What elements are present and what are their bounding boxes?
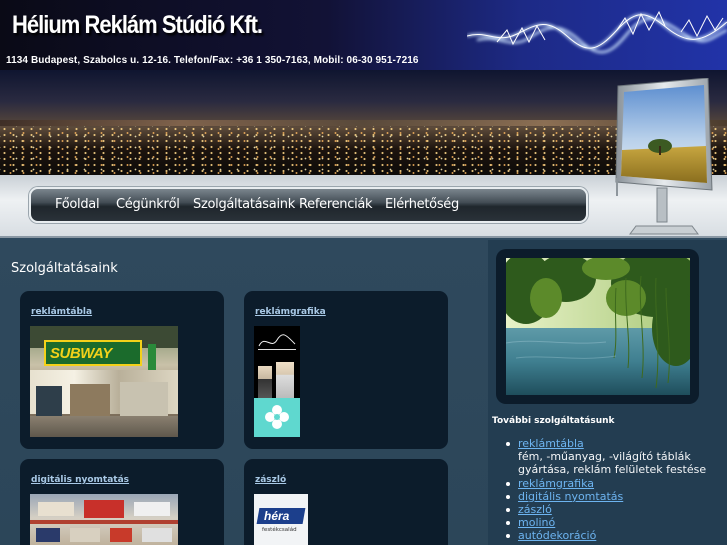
site-header: Hélium Reklám Stúdió Kft. 1134 Budapest,… <box>0 0 727 70</box>
sidebar-link-reklamtabla[interactable]: reklámtábla <box>518 437 584 450</box>
service-link-reklamtabla[interactable]: reklámtábla <box>31 307 92 317</box>
list-item: molinó <box>504 516 727 529</box>
list-item: digitális nyomtatás <box>504 490 727 503</box>
nav-item-elerhetoseg[interactable]: Elérhetőség <box>385 197 459 212</box>
section-title: Szolgáltatásaink <box>11 261 118 276</box>
list-item: reklámgrafika <box>504 477 727 490</box>
nav-item-fooldal[interactable]: Főoldal <box>55 197 100 212</box>
lake-willow-photo <box>506 258 690 395</box>
sidebar-title: További szolgáltatásunk <box>492 416 615 426</box>
sidebar-link-digitalis-nyomtatas[interactable]: digitális nyomtatás <box>518 490 623 503</box>
sidebar-link-reklamgrafika[interactable]: reklámgrafika <box>518 477 594 490</box>
nav-item-cegunkrol[interactable]: Cégünkről <box>116 197 180 212</box>
hera-subtext: festékcsalád <box>262 527 297 533</box>
company-name: Hélium Reklám Stúdió Kft. <box>12 10 263 39</box>
sidebar-link-zaszlo[interactable]: zászló <box>518 503 552 516</box>
service-link-reklamgrafika[interactable]: reklámgrafika <box>255 307 326 317</box>
company-address: 1134 Budapest, Szabolcs u. 12-16. Telefo… <box>6 55 419 66</box>
fashion-poster-image[interactable] <box>254 326 300 437</box>
hera-flag-image[interactable]: héra festékcsalád <box>254 494 308 545</box>
subway-storefront-image[interactable]: SUBWAY <box>30 326 178 437</box>
nav-item-referenciak[interactable]: Referenciák <box>299 197 373 212</box>
sidebar-item-desc: fém, -műanyag, -világító táblák gyártása… <box>518 450 707 477</box>
sidebar-link-molino[interactable]: molinó <box>518 516 555 529</box>
sidebar-service-list: reklámtábla fém, -műanyag, -világító táb… <box>504 437 727 543</box>
list-item: autódekoráció <box>504 529 727 542</box>
billboard-graphic <box>615 78 713 235</box>
service-link-zaszlo[interactable]: zászló <box>255 475 286 485</box>
list-item: zászló <box>504 503 727 516</box>
sidebar-link-autodekoracio[interactable]: autódekoráció <box>518 529 596 542</box>
electric-wave-graphic <box>467 10 727 54</box>
list-item: reklámtábla fém, -műanyag, -világító táb… <box>504 437 727 477</box>
hera-logo-text: héra <box>264 509 290 523</box>
subway-sign-text: SUBWAY <box>50 345 112 362</box>
service-link-digitalis-nyomtatas[interactable]: digitális nyomtatás <box>31 475 129 485</box>
building-signage-image[interactable] <box>30 494 178 545</box>
nav-item-szolgaltatasaink[interactable]: Szolgáltatásaink <box>193 197 295 212</box>
